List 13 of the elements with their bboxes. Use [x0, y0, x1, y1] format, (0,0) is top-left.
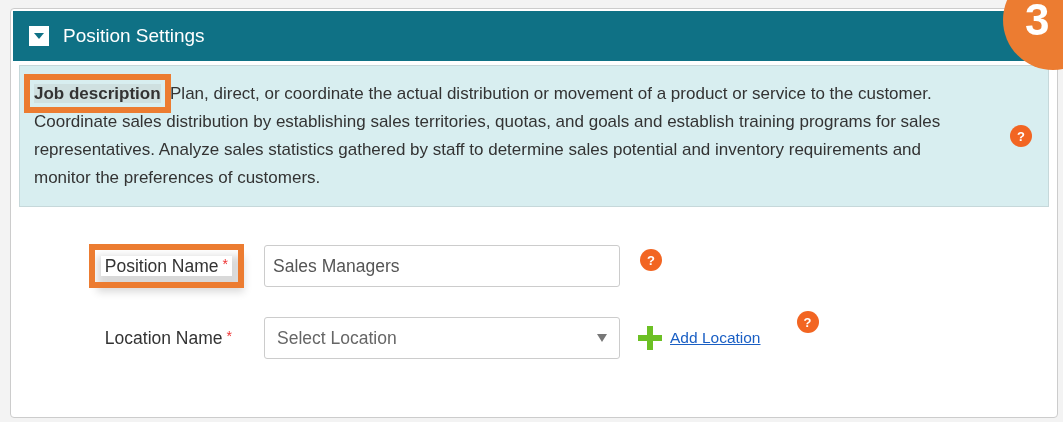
add-location-link[interactable]: Add Location — [670, 329, 761, 347]
help-button[interactable]: ? — [796, 311, 819, 333]
help-button[interactable]: ? — [640, 249, 662, 271]
caret-icon — [597, 334, 607, 342]
caret-icon — [34, 33, 44, 39]
field-label: Position Name * — [100, 255, 232, 276]
help-button[interactable]: ? — [1010, 125, 1032, 147]
job-description: Job description Plan, direct, or coordinate the actual distribution or movement of a product or service to the customer. Coordinate sales distribution by establishing sales territories, quotas, and goals and establish training programs for sales representatives. Analyze sales statistics gathered by staff to determine sales potential and inventory requirements and monitor the preferences of customers. — [34, 83, 942, 189]
field-label: Location Name * — [104, 327, 232, 348]
text-field[interactable]: Sales Managers — [264, 245, 620, 287]
location-dropdown[interactable]: Select Location — [264, 317, 620, 359]
panel-title: Position Settings — [63, 25, 205, 47]
collapse-toggle[interactable] — [29, 26, 49, 46]
